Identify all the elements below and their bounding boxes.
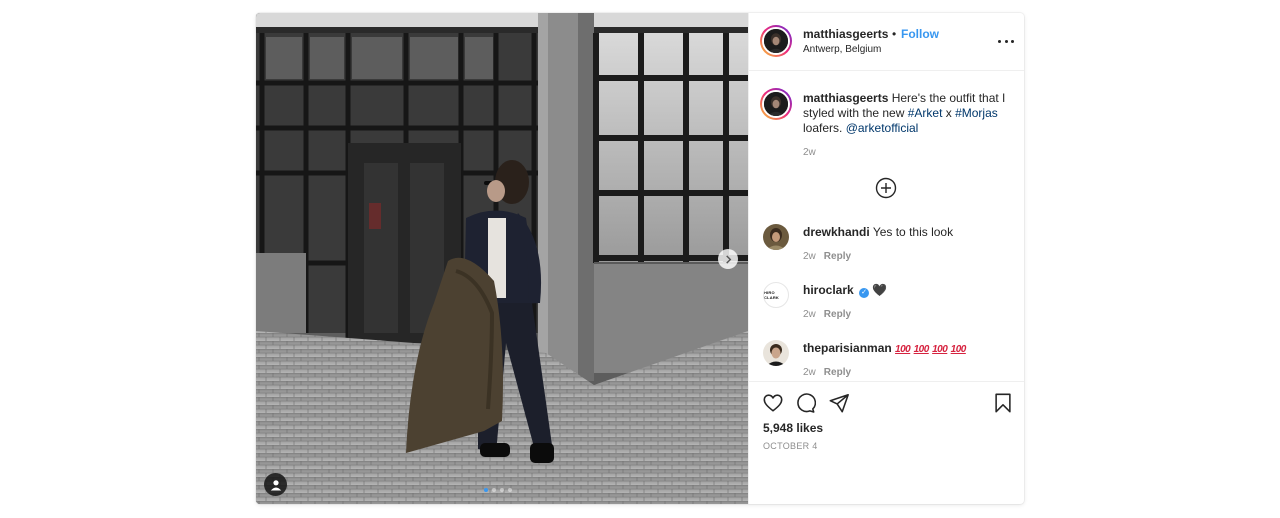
author-username[interactable]: matthiasgeerts <box>803 27 888 41</box>
comment-body: Yes to this look <box>872 225 954 239</box>
post-actions-bar: 5,948 likes OCTOBER 4 <box>749 381 1024 504</box>
carousel-dot <box>508 488 512 492</box>
post-details-panel: matthiasgeerts • Follow Antwerp, Belgium… <box>748 13 1024 504</box>
mention-link[interactable]: @arketofficial <box>846 121 919 135</box>
comment-username[interactable]: theparisianman <box>803 341 892 355</box>
comment-username[interactable]: drewkhandi <box>803 225 870 239</box>
carousel-dot <box>500 488 504 492</box>
comment-meta: 2w Reply <box>803 367 851 378</box>
reply-button[interactable]: Reply <box>824 367 851 378</box>
caption-username[interactable]: matthiasgeerts <box>803 91 888 105</box>
caption-author-avatar[interactable] <box>760 88 792 120</box>
post-header: matthiasgeerts • Follow Antwerp, Belgium <box>749 13 1024 71</box>
photo-scene <box>256 13 748 504</box>
comment-timestamp[interactable]: 2w <box>803 251 816 262</box>
reply-button[interactable]: Reply <box>824 309 851 320</box>
comment-text: drewkhandi Yes to this look <box>803 225 953 239</box>
post-caption: matthiasgeerts Here's the outfit that I … <box>803 91 1017 136</box>
bookmark-icon[interactable] <box>992 392 1014 414</box>
commenter-avatar[interactable]: HIRO CLARK <box>763 282 789 308</box>
next-photo-button[interactable] <box>718 249 738 269</box>
post-date[interactable]: OCTOBER 4 <box>763 441 818 451</box>
load-more-comments-icon[interactable] <box>875 177 897 199</box>
carousel-indicator <box>484 488 512 492</box>
avatar-logo-text: HIRO CLARK <box>764 290 779 300</box>
comment-icon[interactable] <box>794 392 816 414</box>
avatar-image <box>764 92 788 116</box>
carousel-dot <box>492 488 496 492</box>
commenter-avatar[interactable] <box>763 224 789 250</box>
author-avatar[interactable] <box>760 25 792 57</box>
tagged-people-button[interactable] <box>264 473 287 496</box>
user-tag-icon <box>270 479 281 490</box>
hashtag-link[interactable]: #Morjas <box>955 106 998 120</box>
post-photo[interactable] <box>256 13 748 504</box>
avatar-image <box>763 224 789 250</box>
chevron-right-icon <box>725 254 731 264</box>
follow-button[interactable]: Follow <box>901 27 939 41</box>
more-options-icon[interactable] <box>998 34 1014 48</box>
carousel-dot <box>484 488 488 492</box>
separator-dot: • <box>892 27 897 41</box>
reply-button[interactable]: Reply <box>824 251 851 262</box>
comment-username[interactable]: hiroclark <box>803 283 854 297</box>
avatar-image <box>764 29 788 53</box>
hundred-points-emoji: 100 <box>913 344 930 355</box>
commenter-avatar[interactable] <box>763 340 789 366</box>
caption-text: x <box>942 106 956 120</box>
comment-text: hiroclark ✓ 🖤 <box>803 283 887 298</box>
hundred-points-emoji: 100 <box>950 344 967 355</box>
share-direct-icon[interactable] <box>828 392 850 414</box>
hashtag-link[interactable]: #Arket <box>908 106 943 120</box>
hundred-points-emoji: 100 <box>932 344 948 355</box>
comment-timestamp[interactable]: 2w <box>803 367 816 378</box>
hundred-points-emoji: 100 <box>895 344 911 355</box>
comment-meta: 2w Reply <box>803 251 851 262</box>
caption-timestamp[interactable]: 2w <box>803 147 816 158</box>
instagram-post: matthiasgeerts • Follow Antwerp, Belgium… <box>256 13 1024 504</box>
comment-timestamp[interactable]: 2w <box>803 309 816 320</box>
heart-icon[interactable] <box>762 392 784 414</box>
post-location[interactable]: Antwerp, Belgium <box>803 44 881 55</box>
verified-badge-icon: ✓ <box>859 288 870 298</box>
comment-text: theparisianman 100 100 100 100 <box>803 341 966 355</box>
comment-meta: 2w Reply <box>803 309 851 320</box>
caption-text: loafers. <box>803 121 846 135</box>
avatar-image <box>763 340 789 366</box>
likes-count[interactable]: 5,948 likes <box>763 421 823 435</box>
black-heart-emoji: 🖤 <box>872 283 888 297</box>
